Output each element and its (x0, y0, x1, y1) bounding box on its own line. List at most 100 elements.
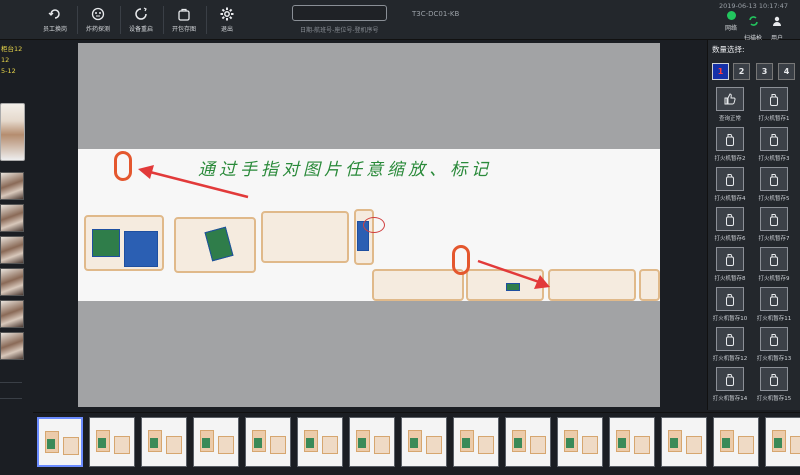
network-status: 网络 (720, 11, 742, 32)
user-icon (772, 11, 782, 30)
explosive-detect-label: 炸药探测 (85, 26, 110, 33)
disposal-tile-label: 打火机暂存4 (714, 196, 746, 202)
disposal-tile-label: 打火机暂存2 (714, 156, 746, 162)
disposal-tile-label: 打火机暂存12 (712, 356, 748, 362)
scanner-icon (748, 11, 759, 30)
passenger-photo (0, 103, 25, 161)
network-dot-icon (726, 11, 736, 20)
filmstrip-frame[interactable] (245, 417, 291, 467)
disposal-tile[interactable]: 查询正常 (710, 87, 750, 125)
filmstrip-frame[interactable] (713, 417, 759, 467)
annotation-arrows (138, 165, 550, 289)
exit-label: 退出 (220, 26, 233, 33)
lighter-icon (716, 247, 744, 271)
filmstrip-frame[interactable] (141, 417, 187, 467)
lighter-icon (760, 367, 788, 391)
filmstrip-frame[interactable] (765, 417, 800, 467)
disposal-tile[interactable]: 打火机暂存3 (754, 127, 794, 165)
filmstrip-frame[interactable] (349, 417, 395, 467)
lighter-icon (716, 167, 744, 191)
disposal-tile[interactable]: 打火机暂存2 (710, 127, 750, 165)
lighter-icon (760, 207, 788, 231)
disposal-tile[interactable]: 打火机暂存14 (710, 367, 750, 405)
disposal-tile[interactable]: 打火机暂存13 (754, 327, 794, 365)
passenger-thumbnails (0, 172, 24, 364)
disposal-tile[interactable]: 打火机暂存12 (710, 327, 750, 365)
divider (0, 398, 22, 399)
handover-icon (48, 7, 62, 21)
quantity-option-4[interactable]: 4 (778, 63, 795, 80)
xray-viewer[interactable]: 通过手指对图片任意缩放、标记 (78, 43, 660, 407)
explosive-detect-button[interactable]: 炸药探测 (78, 4, 118, 36)
filmstrip-frame[interactable] (453, 417, 499, 467)
disposal-tile-label: 打火机暂存15 (756, 396, 792, 402)
right-panel: 数量选择: 1 2 3 4 查询正常 打火机暂存1 打火机暂存2 打火机暂存3 打火机暂… (707, 40, 800, 410)
explosive-detect-icon (91, 7, 105, 21)
info-line: 柜台12 (1, 45, 23, 53)
disposal-tile-label: 打火机暂存7 (758, 236, 790, 242)
disposal-tile[interactable]: 打火机暂存8 (710, 247, 750, 285)
filmstrip-frame[interactable] (193, 417, 239, 467)
filmstrip-frame[interactable] (557, 417, 603, 467)
info-line: 12 (1, 56, 10, 64)
passenger-thumbnail[interactable] (0, 204, 24, 232)
disposal-tile-label: 打火机暂存11 (756, 316, 792, 322)
passenger-thumbnail[interactable] (0, 172, 24, 200)
open-bag-label: 开包存图 (171, 26, 196, 33)
scanner-status: 扫描枪 (742, 11, 764, 42)
handover-button[interactable]: 员工换岗 (35, 4, 75, 36)
passenger-thumbnail[interactable] (0, 236, 24, 264)
filmstrip-frame[interactable] (609, 417, 655, 467)
filmstrip-frame[interactable] (661, 417, 707, 467)
quantity-option-2[interactable]: 2 (733, 63, 750, 80)
exit-button[interactable]: 退出 (207, 4, 247, 36)
disposal-tile[interactable]: 打火机暂存9 (754, 247, 794, 285)
open-bag-button[interactable]: 开包存图 (164, 4, 204, 36)
lighter-icon (716, 127, 744, 151)
lighter-icon (760, 167, 788, 191)
filmstrip-frame[interactable] (297, 417, 343, 467)
quantity-option-1[interactable]: 1 (712, 63, 729, 80)
passenger-thumbnail[interactable] (0, 268, 24, 296)
lighter-icon (760, 287, 788, 311)
user-menu[interactable]: 用户 (766, 11, 788, 42)
passenger-thumbnail[interactable] (0, 300, 24, 328)
filmstrip-frame[interactable] (401, 417, 447, 467)
disposal-tile-label: 打火机暂存9 (758, 276, 790, 282)
xray-image[interactable]: 通过手指对图片任意缩放、标记 (78, 149, 660, 301)
filmstrip-frame[interactable] (37, 417, 83, 467)
open-bag-icon (177, 7, 191, 21)
top-toolbar: 员工换岗 炸药探测 设备重启 开包存图 退出 日期-航班号-座位号-登机序号 T… (0, 0, 800, 42)
restart-button[interactable]: 设备重启 (121, 4, 161, 36)
network-label: 网络 (724, 25, 737, 32)
lighter-icon (716, 287, 744, 311)
disposal-tile-label: 查询正常 (718, 116, 741, 122)
passenger-thumbnail[interactable] (0, 332, 24, 360)
disposal-tile[interactable]: 打火机暂存5 (754, 167, 794, 205)
disposal-tile-label: 打火机暂存5 (758, 196, 790, 202)
quantity-option-3[interactable]: 3 (756, 63, 773, 80)
lighter-icon (760, 247, 788, 271)
disposal-tile[interactable]: 打火机暂存6 (710, 207, 750, 245)
info-line: 5-12 (1, 67, 16, 75)
current-datetime: 2019-06-13 10:17:47 (719, 2, 789, 10)
disposal-tile[interactable]: 打火机暂存10 (710, 287, 750, 325)
disposal-tile[interactable]: 打火机暂存1 (754, 87, 794, 125)
disposal-tile[interactable]: 打火机暂存7 (754, 207, 794, 245)
handover-label: 员工换岗 (42, 26, 67, 33)
thumbs-up-icon (716, 87, 744, 111)
boarding-scan-input[interactable] (292, 5, 387, 21)
disposal-tile[interactable]: 打火机暂存15 (754, 367, 794, 405)
disposal-tile-label: 打火机暂存3 (758, 156, 790, 162)
restart-label: 设备重启 (128, 26, 153, 33)
device-id: T3C-DC01-KB (412, 10, 460, 18)
disposal-tile-label: 打火机暂存8 (714, 276, 746, 282)
filmstrip-frame[interactable] (89, 417, 135, 467)
disposal-tile[interactable]: 打火机暂存11 (754, 287, 794, 325)
scan-format-hint: 日期-航班号-座位号-登机序号 (300, 27, 379, 34)
disposal-tile[interactable]: 打火机暂存4 (710, 167, 750, 205)
disposal-tile-label: 打火机暂存14 (712, 396, 748, 402)
restart-icon (134, 7, 148, 21)
disposal-tile-label: 打火机暂存6 (714, 236, 746, 242)
filmstrip-frame[interactable] (505, 417, 551, 467)
